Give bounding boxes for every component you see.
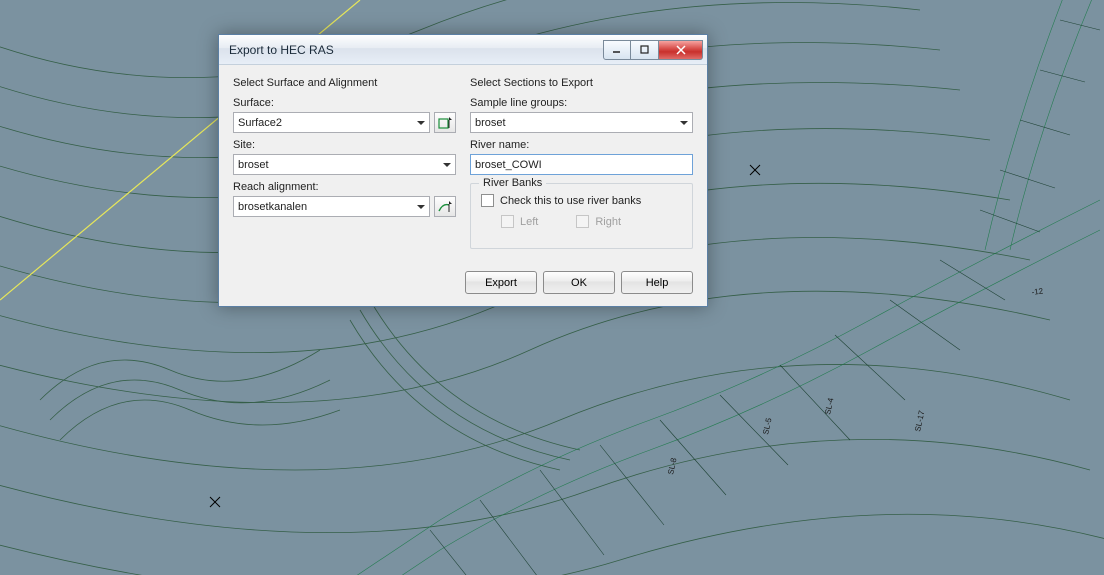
river-banks-group: River Banks Check this to use river bank… xyxy=(470,183,693,249)
surface-alignment-panel: Select Surface and Alignment Surface: Su… xyxy=(233,77,456,249)
right-heading: Select Sections to Export xyxy=(470,77,693,89)
river-label: River name: xyxy=(470,139,693,151)
reach-picker-button[interactable] xyxy=(434,196,456,217)
site-value: broset xyxy=(238,159,269,171)
river-value: broset_COWI xyxy=(475,159,542,171)
reach-label: Reach alignment: xyxy=(233,181,456,193)
close-icon xyxy=(676,45,686,55)
right-bank-checkbox xyxy=(576,215,589,228)
close-button[interactable] xyxy=(659,40,703,60)
maximize-button[interactable] xyxy=(631,40,659,60)
help-button[interactable]: Help xyxy=(621,271,693,294)
titlebar[interactable]: Export to HEC RAS xyxy=(219,35,707,65)
dialog-button-row: Export OK Help xyxy=(219,263,707,306)
left-bank-label: Left xyxy=(520,216,538,228)
minimize-button[interactable] xyxy=(603,40,631,60)
right-bank-label: Right xyxy=(595,216,621,228)
river-name-input[interactable]: broset_COWI xyxy=(470,154,693,175)
sample-line-select[interactable]: broset xyxy=(470,112,693,133)
surface-label: Surface: xyxy=(233,97,456,109)
minimize-icon xyxy=(612,45,622,55)
maximize-icon xyxy=(640,45,650,55)
reach-select[interactable]: brosetkanalen xyxy=(233,196,430,217)
export-dialog: Export to HEC RAS Select Surface and Ali… xyxy=(218,34,708,307)
left-bank-checkbox xyxy=(501,215,514,228)
sample-label: Sample line groups: xyxy=(470,97,693,109)
site-label: Site: xyxy=(233,139,456,151)
use-river-banks-label: Check this to use river banks xyxy=(500,195,641,207)
ok-button[interactable]: OK xyxy=(543,271,615,294)
svg-text:-12: -12 xyxy=(1031,286,1044,297)
surface-value: Surface2 xyxy=(238,117,282,129)
reach-value: brosetkanalen xyxy=(238,201,307,213)
window-title: Export to HEC RAS xyxy=(229,43,603,57)
export-button[interactable]: Export xyxy=(465,271,537,294)
sample-value: broset xyxy=(475,117,506,129)
surface-select[interactable]: Surface2 xyxy=(233,112,430,133)
surface-picker-icon xyxy=(437,115,453,131)
alignment-picker-icon xyxy=(437,199,453,215)
use-river-banks-checkbox[interactable] xyxy=(481,194,494,207)
surface-picker-button[interactable] xyxy=(434,112,456,133)
river-banks-title: River Banks xyxy=(479,177,546,189)
site-select[interactable]: broset xyxy=(233,154,456,175)
left-heading: Select Surface and Alignment xyxy=(233,77,456,89)
sections-export-panel: Select Sections to Export Sample line gr… xyxy=(470,77,693,249)
